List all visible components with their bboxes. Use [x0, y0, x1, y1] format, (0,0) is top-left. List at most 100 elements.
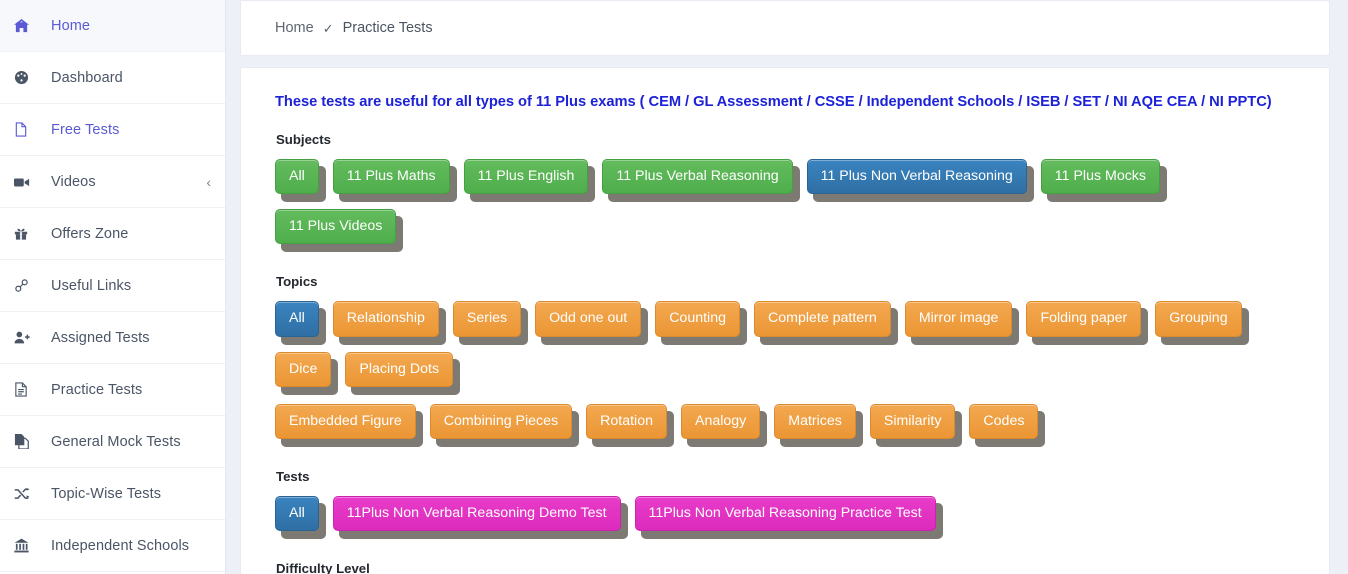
filter-button-dice[interactable]: Dice [275, 351, 339, 396]
filter-button-all[interactable]: All [275, 496, 326, 540]
sidebar-item-useful-links[interactable]: Useful Links [0, 260, 225, 312]
sidebar-item-label: Dashboard [51, 69, 123, 86]
sidebar-item-home[interactable]: Home [0, 0, 225, 52]
section-topics: Topics All Relationship Series Odd one out Co… [275, 274, 1307, 454]
section-label: Topics [276, 274, 318, 290]
practice-tests-panel: These tests are useful for all types of … [240, 67, 1330, 574]
filter-button-placing-dots[interactable]: Placing Dots [345, 351, 460, 396]
gift-icon [14, 226, 40, 241]
filter-button-label: Folding paper [1026, 301, 1142, 337]
filter-button-label: Similarity [869, 403, 956, 440]
panel-headline: These tests are useful for all types of … [275, 94, 1272, 110]
filter-button-11-plus-maths[interactable]: 11 Plus Maths [332, 159, 457, 203]
filter-button-similarity[interactable]: Similarity [869, 403, 962, 448]
filter-button-label: Grouping [1155, 301, 1242, 337]
filter-button-label: 11Plus Non Verbal Reasoning Demo Test [332, 496, 621, 532]
filter-button-label: All [275, 301, 319, 337]
filter-button-label: Dice [275, 351, 332, 387]
filter-button-folding-paper[interactable]: Folding paper [1026, 301, 1148, 345]
sidebar-item-label: Useful Links [51, 277, 132, 294]
sidebar-item-independent-schools[interactable]: Independent Schools [0, 520, 225, 572]
filter-button-label: Analogy [680, 403, 761, 440]
section-difficulty-level: Difficulty LevelAllVery EasyEasyMediumHi… [275, 561, 1307, 574]
section-label: Tests [276, 469, 310, 485]
sidebar-item-label: General Mock Tests [51, 433, 181, 450]
filter-button-11-plus-english[interactable]: 11 Plus English [463, 159, 596, 203]
filter-button-all[interactable]: All [275, 159, 326, 203]
sidebar-item-general-mock-tests[interactable]: General Mock Tests [0, 416, 225, 468]
filter-button-row: All 11Plus Non Verbal Reasoning Demo Test… [275, 496, 1307, 546]
sidebar-item-practice-tests[interactable]: Practice Tests [0, 364, 225, 416]
filter-button-counting[interactable]: Counting [655, 301, 747, 345]
user-plus-icon [14, 330, 40, 345]
filter-button-label: Placing Dots [345, 351, 454, 387]
file-icon [14, 122, 40, 137]
sidebar-item-label: Practice Tests [51, 381, 143, 398]
filter-button-label: Complete pattern [753, 301, 891, 337]
section-label: Subjects [276, 132, 331, 147]
chevron-left-icon[interactable]: ‹ [206, 175, 211, 189]
breadcrumb-current: Practice Tests [342, 20, 433, 36]
filter-sections: Subjects All 11 Plus Maths 11 Plus English 1… [275, 132, 1307, 574]
filter-button-complete-pattern[interactable]: Complete pattern [753, 301, 898, 345]
sidebar-item-free-tests[interactable]: Free Tests [0, 104, 225, 156]
filter-button-11plus-non-verbal-reasoning-practice-test[interactable]: 11Plus Non Verbal Reasoning Practice Tes… [634, 496, 943, 540]
sidebar-item-topic-wise-tests[interactable]: Topic-Wise Tests [0, 468, 225, 520]
filter-button-label: Counting [655, 301, 740, 337]
document-icon [14, 382, 40, 397]
filter-button-mirror-image[interactable]: Mirror image [904, 301, 1020, 345]
filter-button-11plus-non-verbal-reasoning-demo-test[interactable]: 11Plus Non Verbal Reasoning Demo Test [332, 496, 628, 540]
filter-button-grouping[interactable]: Grouping [1155, 301, 1250, 345]
filter-button-relationship[interactable]: Relationship [332, 301, 446, 345]
filter-button-analogy[interactable]: Analogy [680, 403, 768, 448]
sidebar-item-label: Home [51, 17, 91, 34]
filter-button-rotation[interactable]: Rotation [586, 403, 674, 448]
filter-button-matrices[interactable]: Matrices [774, 403, 863, 448]
filter-button-label: 11 Plus Mocks [1040, 159, 1160, 195]
breadcrumb: Home ✓ Practice Tests [240, 0, 1330, 56]
filter-button-combining-pieces[interactable]: Combining Pieces [429, 403, 580, 448]
sidebar-item-label: Offers Zone [51, 225, 129, 242]
filter-button-row: All Relationship Series Odd one out Counting… [275, 301, 1307, 401]
sidebar-item-videos[interactable]: Videos ‹ [0, 156, 225, 208]
sidebar-item-label: Assigned Tests [51, 329, 150, 346]
sidebar-item-label: Topic-Wise Tests [51, 485, 162, 502]
filter-button-codes[interactable]: Codes [969, 403, 1046, 448]
filter-button-label: Relationship [332, 301, 439, 337]
filter-button-row: All 11 Plus Maths 11 Plus English 11 Plus V… [275, 159, 1307, 259]
filter-button-embedded-figure[interactable]: Embedded Figure [275, 403, 423, 448]
filter-button-11-plus-verbal-reasoning[interactable]: 11 Plus Verbal Reasoning [602, 159, 800, 203]
dashboard-icon [14, 70, 40, 85]
filter-button-11-plus-mocks[interactable]: 11 Plus Mocks [1040, 159, 1168, 203]
filter-button-label: Odd one out [535, 301, 642, 337]
filter-button-series[interactable]: Series [452, 301, 529, 345]
filter-button-odd-one-out[interactable]: Odd one out [535, 301, 649, 345]
filter-button-label: All [275, 159, 319, 195]
sidebar-item-dashboard[interactable]: Dashboard [0, 52, 225, 104]
filter-button-label: 11 Plus English [463, 159, 589, 195]
filter-button-label: 11 Plus Non Verbal Reasoning [806, 159, 1027, 195]
filter-button-label: All [275, 496, 319, 532]
app-root: Home Dashboard Free Tests Videos ‹ Offers Zon… [0, 0, 1348, 574]
main-content: Home ✓ Practice Tests These tests are us… [226, 0, 1348, 574]
filter-button-11-plus-videos[interactable]: 11 Plus Videos [275, 209, 404, 253]
filter-button-label: Codes [969, 403, 1039, 440]
breadcrumb-separator-icon: ✓ [322, 20, 334, 36]
section-tests: Tests All 11Plus Non Verbal Reasoning Demo… [275, 469, 1307, 546]
filter-button-row: Embedded Figure Combining Pieces Rotation A… [275, 403, 1307, 454]
sidebar-item-assigned-tests[interactable]: Assigned Tests [0, 312, 225, 364]
filter-button-all[interactable]: All [275, 301, 326, 345]
filter-button-11-plus-non-verbal-reasoning[interactable]: 11 Plus Non Verbal Reasoning [806, 159, 1034, 203]
breadcrumb-home[interactable]: Home [275, 20, 314, 36]
home-icon [14, 18, 40, 33]
link-icon [14, 278, 40, 293]
filter-button-label: Combining Pieces [429, 403, 573, 440]
sidebar-item-offers-zone[interactable]: Offers Zone [0, 208, 225, 260]
filter-button-label: Embedded Figure [275, 403, 416, 440]
shuffle-icon [14, 487, 40, 501]
section-subjects: Subjects All 11 Plus Maths 11 Plus English 1… [275, 132, 1307, 259]
video-icon [14, 175, 40, 189]
filter-button-label: Mirror image [904, 301, 1013, 337]
filter-button-label: 11 Plus Maths [332, 159, 450, 195]
copy-icon [14, 434, 40, 449]
